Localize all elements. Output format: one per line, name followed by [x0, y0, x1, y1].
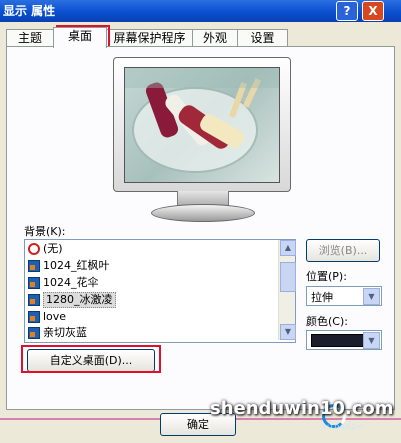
- monitor-bezel: [113, 57, 291, 192]
- scroll-up-icon[interactable]: ▲: [280, 240, 296, 256]
- image-file-icon: [28, 311, 40, 323]
- chevron-down-icon[interactable]: ▼: [363, 332, 380, 349]
- image-file-icon: [28, 277, 40, 289]
- tab-desktop[interactable]: 桌面: [53, 27, 107, 48]
- list-item-label: 亲切灰蓝: [43, 326, 87, 339]
- monitor-preview: [113, 57, 291, 222]
- list-item-label: 1024_花伞: [43, 276, 99, 289]
- list-item-label: (无): [43, 242, 63, 255]
- color-label: 颜色(C):: [306, 315, 348, 328]
- position-value: 拉伸: [311, 291, 333, 304]
- tab-screensaver[interactable]: 屏幕保护程序: [106, 29, 193, 47]
- list-item-selected[interactable]: 1280_冰激凌: [27, 292, 272, 308]
- list-item-label: 1280_冰激凌: [43, 292, 116, 308]
- list-item[interactable]: 亲切灰蓝: [27, 325, 272, 341]
- wallpaper-preview: [124, 67, 280, 183]
- scroll-down-icon[interactable]: ▼: [280, 324, 296, 340]
- list-item-label: love: [43, 310, 67, 323]
- list-item[interactable]: (无): [27, 241, 272, 257]
- position-label: 位置(P):: [306, 270, 347, 283]
- close-button[interactable]: X: [362, 1, 384, 21]
- background-label: 背景(K):: [24, 225, 66, 238]
- list-item[interactable]: love: [27, 309, 272, 325]
- monitor-base: [151, 204, 255, 222]
- no-wallpaper-icon: [28, 243, 40, 255]
- scroll-thumb[interactable]: [280, 262, 296, 292]
- title-bar: 显示 属性 ? X: [0, 0, 401, 22]
- list-item[interactable]: 1024_花伞: [27, 275, 272, 291]
- color-picker[interactable]: ▼: [306, 330, 382, 350]
- button-highlight-box: [21, 345, 161, 373]
- tab-settings[interactable]: 设置: [237, 29, 288, 47]
- help-button[interactable]: ?: [336, 1, 358, 21]
- window-title: 显示 属性: [3, 4, 56, 18]
- background-list[interactable]: (无) 1024_红枫叶 1024_花伞 1280_冰激凌 love 亲切灰蓝 …: [24, 239, 296, 343]
- chevron-down-icon[interactable]: ▼: [363, 288, 380, 305]
- browse-button[interactable]: 浏览(B)...: [306, 239, 380, 262]
- list-item[interactable]: 1024_红枫叶: [27, 258, 272, 274]
- image-file-icon: [28, 260, 40, 272]
- tab-appearance[interactable]: 外观: [192, 29, 238, 47]
- list-scrollbar[interactable]: ▲ ▼: [278, 240, 296, 340]
- position-select[interactable]: 拉伸 ▼: [306, 286, 382, 306]
- tab-theme[interactable]: 主题: [6, 29, 54, 47]
- list-item-label: 1024_红枫叶: [43, 259, 110, 272]
- image-file-icon: [28, 327, 40, 339]
- watermark-text: shenduwin10.com: [210, 398, 394, 419]
- watermark-subtext: XITONGZHI: [322, 424, 365, 431]
- image-file-icon: [28, 294, 40, 306]
- color-swatch: [311, 334, 369, 347]
